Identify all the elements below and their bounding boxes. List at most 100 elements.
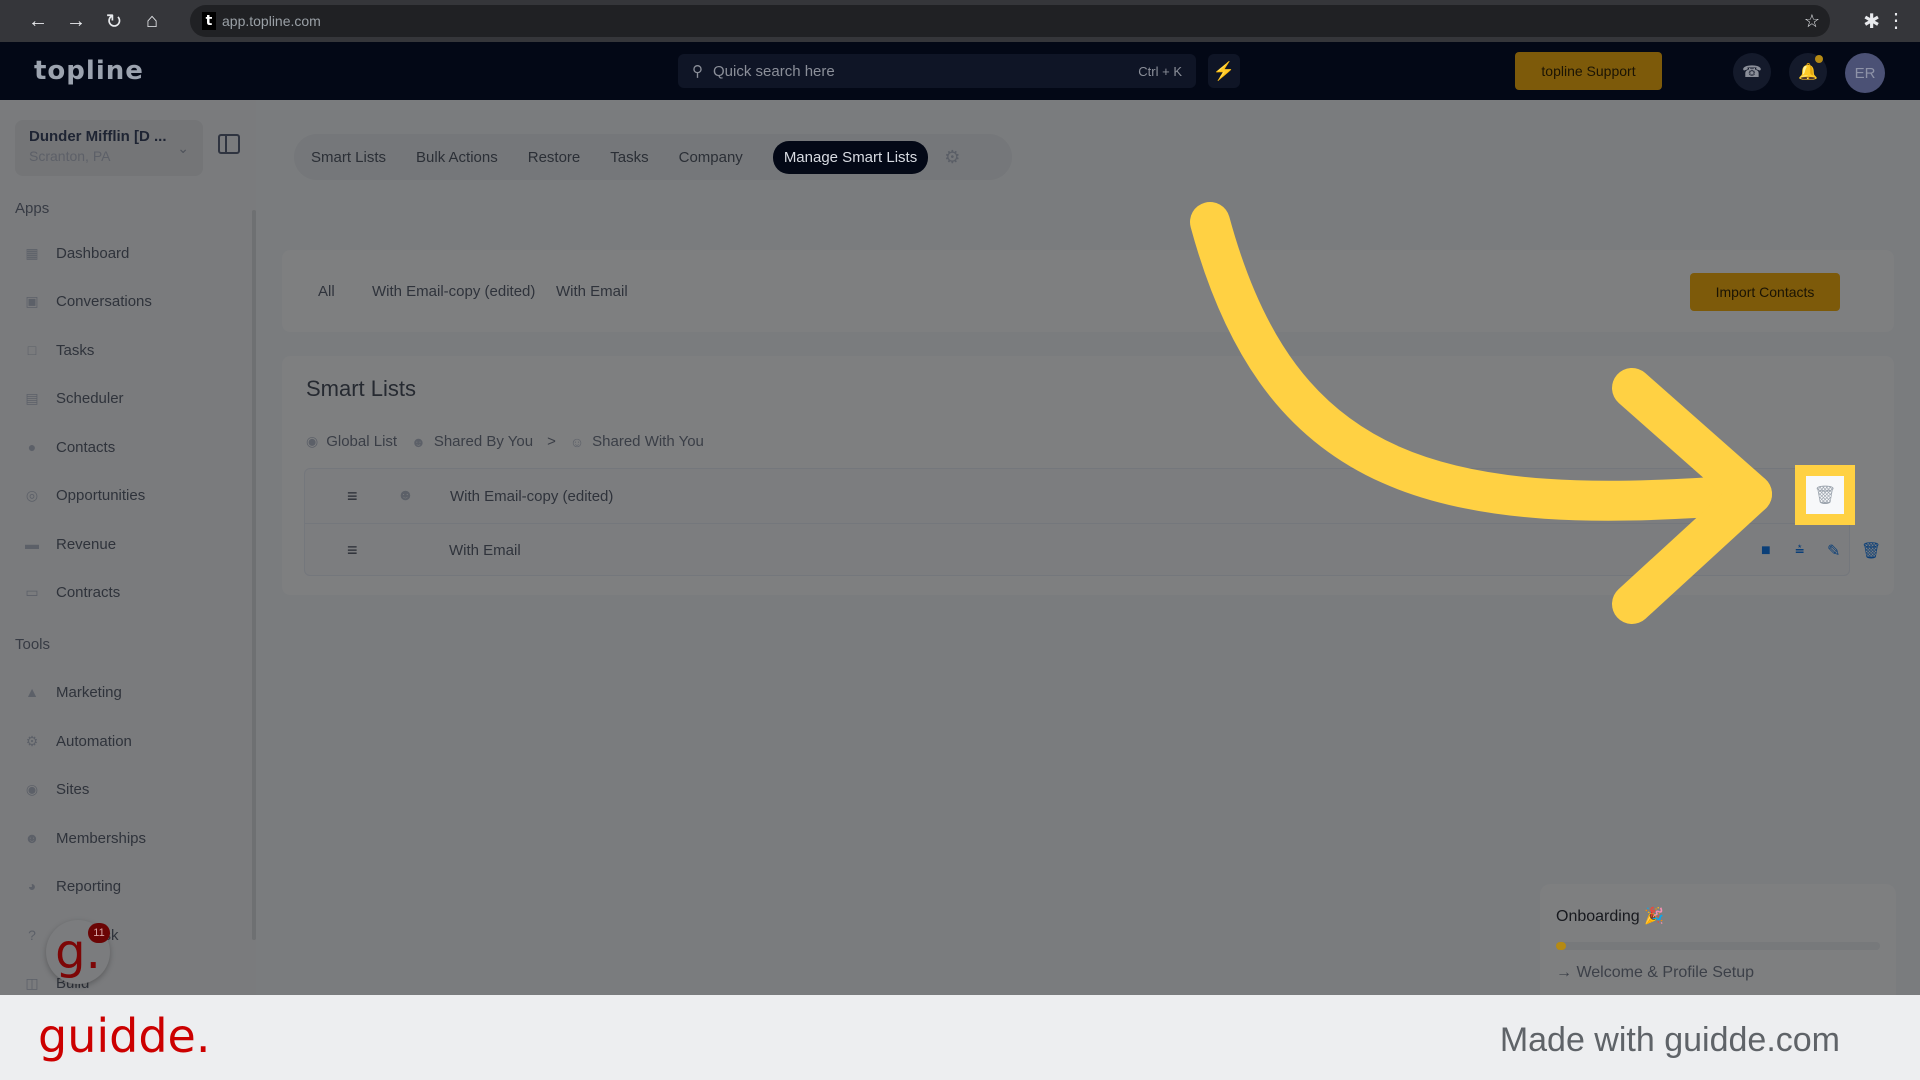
drag-handle-icon[interactable]: ≡ [347,540,358,561]
arrow-right-icon: → [1556,964,1572,981]
smart-lists-legend: ◉ Global List ☻ Shared By You > ☺ Shared Wi… [306,433,704,450]
sidebar-item-dashboard[interactable]: ▦ Dashboard [22,238,129,268]
gears-icon: ⚙ [25,732,39,749]
sidebar-collapse-icon[interactable] [218,134,240,154]
share-icon[interactable]: ⩮ [1795,542,1804,560]
tools-section-label: Tools [15,636,51,653]
list-name[interactable]: With Email-copy (edited) [450,488,613,505]
reload-icon[interactable]: ↻ [98,5,130,37]
filter-with-email[interactable]: With Email [556,283,628,300]
tab-tasks[interactable]: Tasks [610,149,648,166]
list-name[interactable]: With Email [449,542,521,559]
home-icon[interactable]: ⌂ [136,5,168,37]
sidebar-item-memberships[interactable]: ☻ Memberships [22,823,146,853]
trash-icon[interactable]: 🗑 [1861,541,1881,561]
browser-menu-icon[interactable]: ⋮ [1886,8,1906,33]
document-icon: ▭ [25,583,39,600]
table-row[interactable]: ≡ With Email ■ ⩮ ✎ 🗑 [305,523,1881,577]
onboarding-step[interactable]: → Welcome & Profile Setup [1556,964,1754,982]
smart-lists-table: ≡ ☻ With Email-copy (edited) ⩮ ✎ ≡ With … [304,468,1881,577]
forward-icon[interactable]: → [60,5,92,37]
sidebar-item-tasks[interactable]: □ Tasks [22,335,95,365]
location-switcher[interactable]: Dunder Mifflin [D ... Scranton, PA ⌄ [15,120,203,176]
sidebar-item-marketing[interactable]: ▲ Marketing [22,677,122,707]
filter-bar: All With Email-copy (edited) With Email [282,250,1894,332]
sidebar-item-conversations[interactable]: ▣ Conversations [22,286,152,316]
url-text: app.topline.com [222,13,321,29]
sidebar-item-contacts[interactable]: ● Contacts [22,432,115,462]
avatar[interactable]: ER [1845,53,1885,93]
location-name: Dunder Mifflin [D ... [29,128,167,145]
onboarding-progress-bar [1556,942,1880,950]
lightning-icon[interactable]: ⚡ [1208,54,1240,88]
sidebar-item-reporting[interactable]: ◕ Reporting [22,871,121,901]
filter-all[interactable]: All [318,283,335,300]
build-icon: ◫ [25,974,39,991]
chevron-down-icon: ⌄ [177,140,189,156]
main-content: Smart Lists Bulk Actions Restore Tasks C… [256,100,1920,995]
support-button[interactable]: topline Support [1515,52,1662,90]
sidebar-item-opportunities[interactable]: ◎ Opportunities [22,480,145,510]
party-icon: 🎉 [1644,908,1664,925]
smart-lists-card: Smart Lists ◉ Global List ☻ Shared By You … [282,356,1894,595]
sidebar-item-revenue[interactable]: ▬ Revenue [22,529,116,559]
help-icon: ? [28,927,36,943]
onboarding-widget[interactable]: Onboarding 🎉 → Welcome & Profile Setup [1540,884,1896,1004]
extensions-icon[interactable]: ✱ [1863,9,1880,34]
back-icon[interactable]: ← [22,5,54,37]
edit-pencil-icon[interactable]: ✎ [1827,541,1840,561]
bell-icon[interactable]: 🔔 [1789,53,1827,91]
site-favicon: t [202,12,216,30]
search-icon: ⚲ [692,63,703,80]
sidebar-item-contracts[interactable]: ▭ Contracts [22,577,120,607]
sidebar-item-sites[interactable]: ◉ Sites [22,774,89,804]
sidebar-item-scheduler[interactable]: ▤ Scheduler [22,383,123,413]
phone-icon[interactable]: ☎ [1733,53,1771,91]
tab-manage-smart-lists[interactable]: Manage Smart Lists [772,140,929,174]
import-contacts-button[interactable]: Import Contacts [1690,273,1840,311]
sidebar-item-automation[interactable]: ⚙ Automation [22,726,132,756]
chat-icon: ▣ [25,292,39,309]
quick-search-input[interactable]: ⚲ Quick search here Ctrl + K [678,54,1196,88]
notification-dot [1815,55,1823,63]
tab-bulk-actions[interactable]: Bulk Actions [416,149,498,166]
highlighted-delete-button[interactable]: 🗑 [1795,465,1855,525]
search-placeholder: Quick search here [713,62,835,80]
task-icon: □ [27,342,37,358]
target-icon: ◎ [25,486,39,503]
dashboard-icon: ▦ [25,244,39,261]
gear-icon[interactable]: ⚙ [944,147,960,168]
user-share-icon: ☻ [411,433,426,450]
drag-handle-icon[interactable]: ≡ [347,486,358,507]
pie-icon: ◕ [27,878,37,894]
browser-toolbar: ← → ↻ ⌂ t app.topline.com ☆ ✱ ⋮ [0,0,1920,42]
guidde-footer: guidde. Made with guidde.com [0,995,1920,1080]
topline-logo[interactable]: topline [34,56,144,86]
members-icon: ☻ [24,830,40,846]
bookmark-star-icon[interactable]: ☆ [1804,11,1820,32]
group-icon: ☺ [569,433,585,450]
made-with-text: Made with guidde.com [1499,1021,1840,1059]
guidde-logo: guidde. [38,1009,211,1063]
megaphone-icon: ▲ [25,684,39,700]
address-bar[interactable]: t app.topline.com ☆ [190,5,1830,37]
apps-section-label: Apps [15,200,50,217]
sidebar: Dunder Mifflin [D ... Scranton, PA ⌄ App… [0,100,256,995]
table-row[interactable]: ≡ ☻ With Email-copy (edited) ⩮ ✎ [305,469,1849,523]
globe-icon: ◉ [306,433,319,449]
onboarding-progress-fill [1556,942,1566,950]
smart-lists-title: Smart Lists [306,376,417,401]
copy-icon[interactable]: ■ [1761,542,1771,560]
filter-with-email-copy[interactable]: With Email-copy (edited) [372,283,535,300]
location-sub: Scranton, PA [29,148,111,164]
app-header: topline ⚲ Quick search here Ctrl + K ⚡ t… [0,42,1920,100]
tab-company[interactable]: Company [679,149,743,166]
trash-icon[interactable]: 🗑 [1806,476,1844,514]
calendar-icon: ▤ [25,389,39,406]
tab-bar: Smart Lists Bulk Actions Restore Tasks C… [294,134,1012,180]
person-icon: ● [27,439,37,455]
card-icon: ▬ [25,536,39,552]
tab-smart-lists[interactable]: Smart Lists [311,149,386,166]
tab-restore[interactable]: Restore [528,149,581,166]
onboarding-title: Onboarding 🎉 [1556,908,1664,925]
